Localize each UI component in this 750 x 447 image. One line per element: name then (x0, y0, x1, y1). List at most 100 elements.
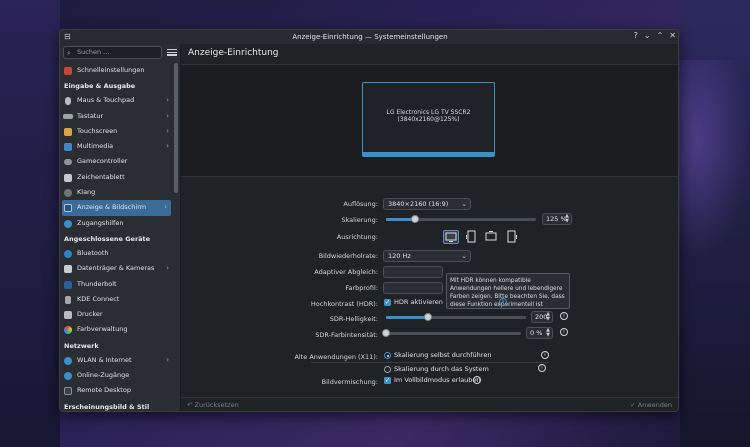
sidebar-item-online-accounts[interactable]: Online-Zugänge (60, 368, 173, 383)
monitor-name: LG Electronics LG TV SSCR2 (386, 109, 471, 116)
checkmark-icon: ✓ (630, 401, 638, 409)
search-icon: ⌕ (67, 49, 71, 57)
orientation-flipped-button[interactable] (484, 230, 500, 244)
sidebar-item-display[interactable]: Anzeige & Bildschirm › (62, 200, 171, 216)
sdr-brightness-spinbox[interactable]: 200 ▲ ▼ (531, 311, 553, 323)
gamepad-icon (64, 159, 72, 166)
legacy-apps-label: Alte Anwendungen (X11): (294, 353, 378, 361)
legacy-scale-self-info-icon[interactable]: i (541, 351, 549, 359)
sidebar-nav: Schnelleinstellungen Eingabe & Ausgabe M… (60, 63, 173, 411)
hdr-info-icon[interactable]: i (499, 298, 507, 306)
sidebar-item-gamecontroller[interactable]: Gamecontroller (60, 154, 173, 169)
desktop-background-left (0, 0, 60, 447)
orientation-landscape-button[interactable] (443, 230, 459, 244)
speaker-icon (64, 189, 72, 198)
bluetooth-icon (64, 249, 72, 258)
sdr-brightness-slider[interactable] (386, 313, 526, 321)
hdr-checkbox[interactable]: ✓ (384, 299, 391, 306)
sidebar-item-color[interactable]: Farbverwaltung (60, 322, 173, 337)
portrait-right-icon (507, 230, 517, 243)
chevron-down-icon: ⌄ (461, 252, 467, 260)
section-title-network: Netzwerk (64, 341, 99, 350)
sidebar-item-mouse[interactable]: Maus & Touchpad › (60, 93, 173, 108)
sidebar-scrollbar[interactable] (174, 63, 178, 411)
scale-slider[interactable] (386, 215, 536, 223)
section-divider (311, 362, 549, 363)
tearing-info-icon[interactable]: i (473, 376, 481, 384)
legacy-scale-system-info-icon[interactable]: i (538, 364, 546, 372)
settings-window: ⊟ Anzeige-Einrichtung — Systemeinstellun… (59, 29, 679, 412)
color-profile-select[interactable] (383, 282, 443, 294)
scale-label: Skalierung: (341, 216, 378, 224)
sdr-gamut-label: SDR-Farbintensität: (315, 331, 378, 339)
orientation-portrait-left-button[interactable] (464, 230, 480, 244)
monitor-mode: (3840x2160@125%) (397, 116, 460, 123)
window-title: Anzeige-Einrichtung — Systemeinstellunge… (292, 33, 448, 41)
sidebar-item-bluetooth[interactable]: Bluetooth (60, 246, 173, 261)
legacy-scale-self-label[interactable]: Skalierung selbst durchführen (394, 351, 491, 359)
scale-slider-handle[interactable] (411, 215, 419, 223)
close-icon[interactable]: ✕ (669, 31, 676, 40)
touchscreen-icon (64, 127, 72, 136)
wifi-icon (64, 356, 72, 365)
monitor-primary-bar (363, 152, 494, 156)
reset-icon: ↶ (187, 401, 195, 409)
sidebar-item-printer[interactable]: Drucker (60, 307, 173, 322)
window-menu-icon[interactable]: ⊟ (64, 32, 71, 41)
sdr-gamut-slider[interactable] (382, 329, 521, 337)
main-panel: Anzeige-Einrichtung LG Electronics LG TV… (181, 44, 678, 411)
scale-spinbox[interactable]: 125 % ▲ ▼ (542, 213, 572, 225)
sdr-brightness-info-icon[interactable]: i (560, 312, 568, 320)
search-input[interactable]: ⌕ Suchen ... (63, 46, 162, 59)
maximize-icon[interactable]: ⌃ (657, 31, 664, 40)
keyboard-icon (63, 113, 73, 119)
orientation-portrait-right-button[interactable] (505, 230, 521, 244)
sidebar-item-touchscreen[interactable]: Touchscreen › (60, 124, 173, 139)
legacy-scale-self-radio[interactable] (384, 352, 391, 359)
printer-icon (64, 311, 72, 320)
chevron-right-icon: › (164, 203, 167, 212)
sidebar-scrollbar-thumb[interactable] (174, 63, 178, 193)
sidebar-item-keyboard[interactable]: Tastatur › (60, 109, 173, 124)
sidebar-item-multimedia[interactable]: Multimedia › (60, 139, 173, 154)
spin-arrows-icon[interactable]: ▲ ▼ (546, 328, 550, 338)
sdr-gamut-spinbox[interactable]: 0 % ▲ ▼ (526, 327, 553, 339)
tearing-checkbox[interactable]: ✓ (384, 377, 391, 384)
sdr-brightness-label: SDR-Helligkeit: (329, 315, 378, 323)
color-icon (64, 326, 72, 335)
sidebar-item-accessibility[interactable]: Zugangshilfen (60, 216, 173, 231)
sidebar-item-drives[interactable]: Datenträger & Kameras › (60, 261, 173, 276)
landscape-flipped-icon (485, 231, 497, 241)
apply-button[interactable]: ✓ Anwenden (630, 401, 672, 409)
footer-bar: ↶ Zurücksetzen ✓ Anwenden (181, 397, 678, 411)
desktop-glow (676, 60, 750, 260)
legacy-scale-system-radio[interactable] (384, 366, 391, 373)
sidebar-item-kde-connect[interactable]: KDE Connect (60, 292, 173, 307)
sidebar-item-thunderbolt[interactable]: Thunderbolt (60, 277, 173, 292)
minimize-icon[interactable]: ⌄ (644, 31, 651, 40)
reset-button[interactable]: ↶ Zurücksetzen (187, 401, 239, 409)
spin-arrows-icon[interactable]: ▲ ▼ (565, 214, 569, 224)
resolution-select[interactable]: 3840×2160 (16:9) ⌄ (383, 198, 471, 210)
sdr-brightness-handle[interactable] (424, 313, 432, 321)
mouse-icon (65, 97, 71, 106)
hamburger-menu-icon[interactable] (167, 47, 177, 57)
sdr-gamut-handle[interactable] (382, 329, 390, 337)
hdr-label: Hochkontrast (HDR): (310, 300, 378, 308)
monitor-preview[interactable]: LG Electronics LG TV SSCR2 (3840x2160@12… (362, 82, 495, 157)
sidebar-item-quick-settings[interactable]: Schnelleinstellungen (60, 63, 173, 78)
help-icon[interactable]: ? (634, 31, 638, 40)
sidebar-item-tablet[interactable]: Zeichentablett (60, 170, 173, 185)
chevron-right-icon: › (166, 142, 169, 151)
adaptive-sync-select[interactable] (383, 266, 443, 278)
sidebar-item-remote-desktop[interactable]: Remote Desktop (60, 383, 173, 398)
sdr-gamut-info-icon[interactable]: i (560, 328, 568, 336)
tearing-checkbox-label[interactable]: Im Vollbildmodus erlauben (394, 376, 481, 384)
legacy-scale-system-label[interactable]: Skalierung durch das System (394, 365, 489, 373)
spin-arrows-icon[interactable]: ▲ ▼ (546, 312, 550, 322)
sidebar-item-wifi[interactable]: WLAN & Internet › (60, 353, 173, 368)
refresh-rate-select[interactable]: 120 Hz ⌄ (383, 250, 471, 262)
landscape-icon (445, 232, 457, 242)
sidebar-item-sound[interactable]: Klang (60, 185, 173, 200)
hdr-checkbox-label[interactable]: HDR aktivieren (394, 298, 443, 306)
